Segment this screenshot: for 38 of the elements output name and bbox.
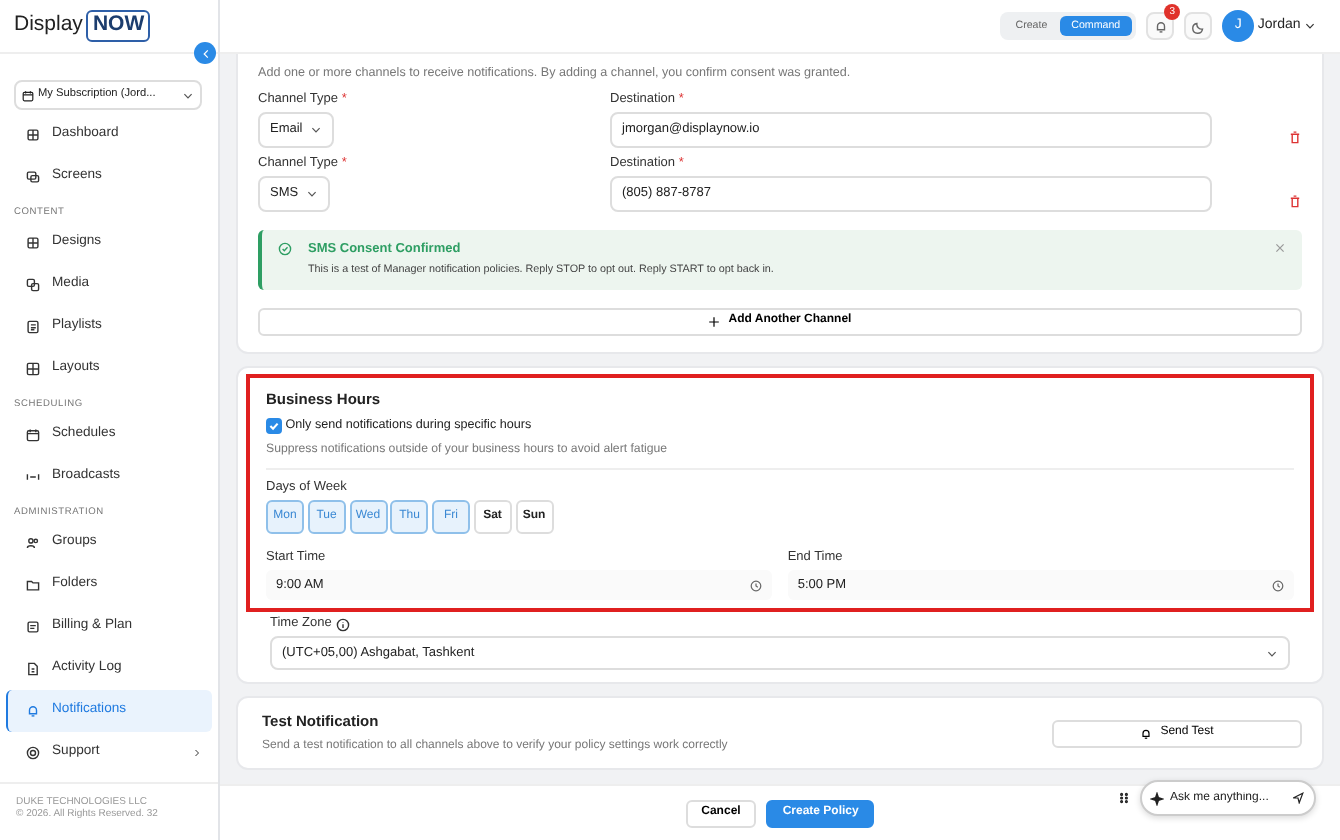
chevron-down-icon	[310, 123, 323, 136]
collapse-button[interactable]	[194, 42, 216, 64]
calendar-icon	[26, 427, 40, 442]
logo-text: Display	[14, 12, 83, 40]
users-icon	[26, 535, 40, 550]
folder-icon	[26, 577, 40, 592]
chevron-left-icon	[199, 47, 211, 59]
check-circle-icon	[278, 242, 292, 257]
close-icon[interactable]	[1274, 242, 1286, 255]
stacked-squares-icon	[26, 277, 40, 292]
chevron-down-icon	[1304, 20, 1316, 32]
layout-icon	[26, 361, 40, 376]
calendar-icon	[22, 89, 34, 101]
plus-icon	[708, 315, 721, 328]
info-icon[interactable]	[335, 617, 350, 632]
theme-button[interactable]	[1184, 12, 1213, 40]
grid-icon	[26, 235, 40, 250]
sparkle-icon	[1150, 791, 1164, 805]
grid-icon	[26, 128, 40, 142]
trash-icon[interactable]	[1288, 194, 1302, 209]
clock-icon	[749, 579, 762, 592]
trash-icon[interactable]	[1288, 130, 1302, 145]
send-icon[interactable]	[1292, 792, 1304, 804]
monitor-icon	[26, 170, 40, 184]
document-icon	[26, 661, 40, 676]
bell-icon	[26, 703, 40, 718]
bell-icon	[1153, 19, 1168, 33]
bell-icon	[1140, 727, 1153, 740]
chevron-down-icon	[1266, 647, 1278, 660]
moon-icon	[1191, 19, 1206, 33]
list-icon	[26, 319, 40, 334]
drag-handle-icon[interactable]	[1118, 790, 1130, 806]
chevron-down-icon	[182, 89, 194, 101]
chevron-down-icon	[306, 188, 319, 201]
logo-badge: NOW	[86, 10, 151, 42]
clock-icon	[1272, 579, 1285, 592]
checkbox[interactable]	[266, 418, 282, 435]
chevron-right-icon	[192, 747, 202, 758]
